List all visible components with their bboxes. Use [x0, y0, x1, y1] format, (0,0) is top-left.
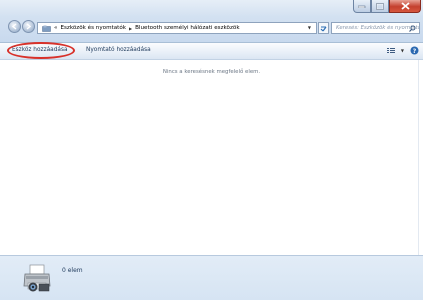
refresh-icon: [320, 26, 327, 31]
minimize-icon: [358, 5, 366, 8]
view-options-button[interactable]: [386, 47, 395, 54]
empty-message: Nincs a keresésnek megfelelő elem.: [162, 69, 261, 75]
help-button[interactable]: ?: [410, 46, 419, 55]
address-overflow[interactable]: «: [54, 25, 57, 31]
help-icon: ?: [410, 46, 419, 55]
forward-button[interactable]: [22, 20, 35, 33]
maximize-icon: [376, 2, 384, 10]
svg-text:?: ?: [413, 48, 417, 55]
details-pane: 0 elem: [0, 255, 423, 300]
printer-icon: [23, 264, 51, 292]
breadcrumb-separator-icon[interactable]: ▶: [129, 26, 132, 31]
breadcrumb-bluetooth-pan[interactable]: Bluetooth személyi hálózati eszközök: [135, 25, 240, 31]
add-device-button[interactable]: Eszköz hozzáadása: [12, 47, 68, 53]
folder-icon: [42, 25, 51, 32]
address-bar[interactable]: « Eszközök és nyomtatók ▶ Bluetooth szem…: [37, 22, 317, 34]
scrollbar[interactable]: [418, 60, 423, 255]
breadcrumb-devices-printers[interactable]: Eszközök és nyomtatók: [60, 25, 126, 31]
view-dropdown-icon[interactable]: ▼: [401, 48, 404, 53]
search-input[interactable]: Keresés: Eszközök és nyomtatók: [331, 22, 420, 34]
command-bar: Eszköz hozzáadása Nyomtató hozzáadása ▼ …: [0, 43, 423, 60]
add-printer-button[interactable]: Nyomtató hozzáadása: [86, 47, 151, 53]
forward-icon: [26, 23, 32, 30]
item-count: 0 elem: [62, 267, 83, 274]
window-controls: [353, 0, 421, 13]
close-button[interactable]: [389, 0, 421, 13]
item-view[interactable]: Nincs a keresésnek megfelelő elem.: [0, 60, 423, 255]
maximize-button[interactable]: [371, 0, 389, 13]
search-icon[interactable]: [409, 25, 416, 32]
toolbar-right: ▼ ?: [386, 46, 419, 55]
title-bar: « Eszközök és nyomtatók ▶ Bluetooth szem…: [0, 0, 423, 43]
view-options-icon: [386, 48, 395, 53]
address-dropdown-icon[interactable]: ▼: [308, 25, 311, 30]
close-icon: [400, 2, 410, 10]
back-button[interactable]: [8, 20, 21, 33]
minimize-button[interactable]: [353, 0, 371, 13]
back-icon: [11, 23, 17, 30]
search-placeholder: Keresés: Eszközök és nyomtatók: [336, 25, 419, 31]
refresh-button[interactable]: [318, 22, 329, 34]
